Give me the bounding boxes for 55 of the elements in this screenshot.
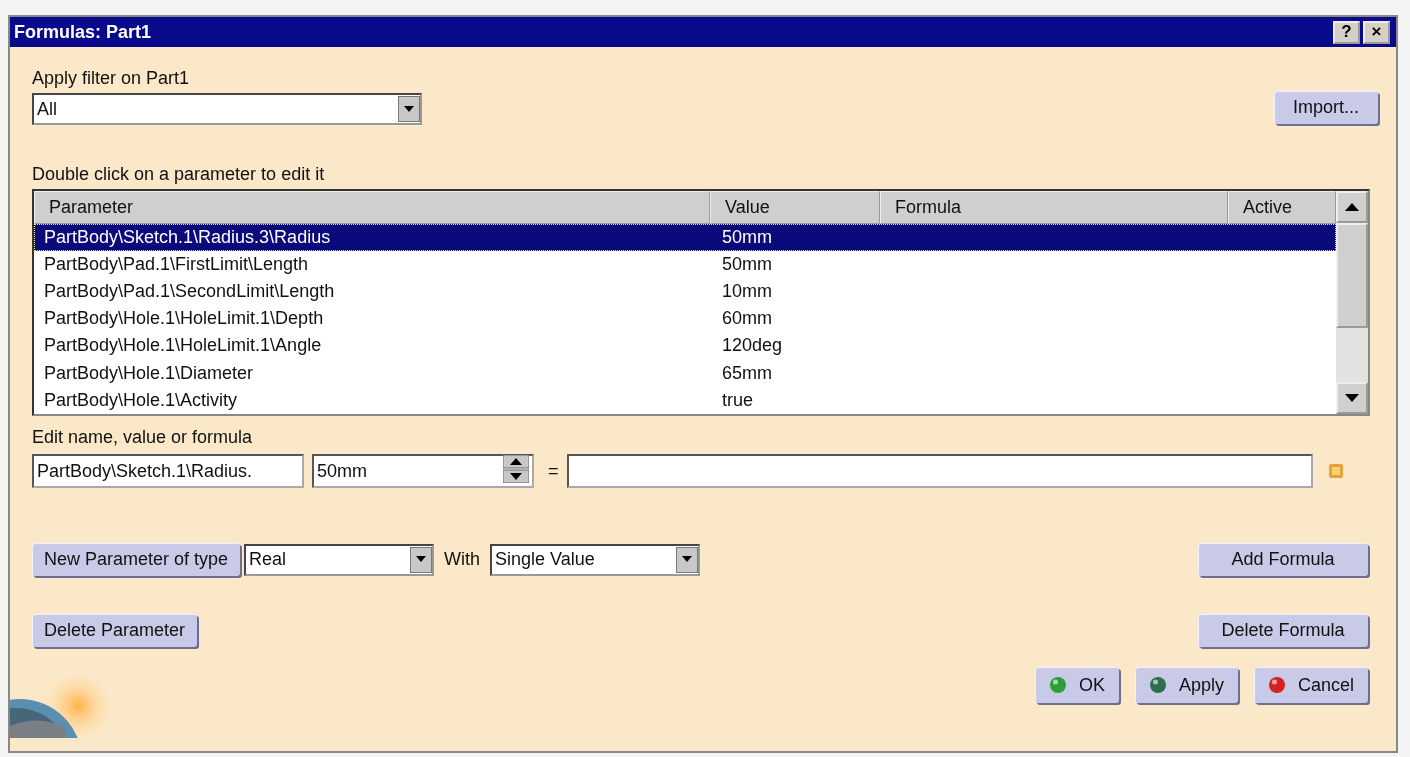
- value-spinner[interactable]: 50mm: [312, 454, 534, 488]
- dropdown-arrow-icon: [403, 105, 415, 113]
- cancel-button[interactable]: Cancel: [1253, 667, 1368, 703]
- table-row[interactable]: PartBody\Pad.1\FirstLimit\Length 50mm: [34, 250, 1336, 278]
- value-cell-text: true: [721, 389, 755, 411]
- delete-formula-button[interactable]: Delete Formula: [1198, 614, 1368, 647]
- help-button[interactable]: ?: [1333, 20, 1360, 44]
- new-parameter-button[interactable]: New Parameter of type: [32, 543, 241, 576]
- parameter-cell-text: PartBody\Hole.1\Activity: [43, 389, 239, 411]
- delete-parameter-button[interactable]: Delete Parameter: [32, 614, 198, 647]
- type-dropdown[interactable]: Real: [244, 543, 435, 576]
- equals-sign: =: [548, 460, 559, 482]
- value-cell-text: 65mm: [721, 362, 773, 384]
- table-row[interactable]: PartBody\Pad.1\SecondLimit\Length 10mm: [34, 278, 1336, 306]
- value-cell-text: 50mm: [721, 253, 773, 275]
- scroll-down-icon: [1345, 394, 1359, 402]
- formula-field[interactable]: [566, 454, 1313, 488]
- close-button[interactable]: ×: [1363, 20, 1390, 44]
- value-type-dropdown[interactable]: Single Value: [490, 543, 701, 576]
- parameter-cell-text: PartBody\Hole.1\HoleLimit.1\Depth: [43, 308, 325, 330]
- table-row[interactable]: PartBody\Hole.1\Diameter 65mm: [34, 359, 1336, 387]
- value-cell-text: 120deg: [721, 335, 784, 357]
- scroll-bar[interactable]: [1336, 191, 1368, 414]
- scroll-up-icon: [1345, 203, 1359, 211]
- parameter-cell-text: PartBody\Pad.1\FirstLimit\Length: [43, 253, 310, 275]
- with-label: With: [444, 549, 481, 570]
- formula-editor-icon[interactable]: [1328, 464, 1343, 478]
- window-title: Formulas: Part1: [14, 21, 152, 43]
- column-header[interactable]: Active: [1228, 191, 1336, 224]
- table-row[interactable]: PartBody\Hole.1\Activity true: [34, 386, 1336, 414]
- table-row[interactable]: PartBody\Hole.1\HoleLimit.1\Angle 120deg: [34, 332, 1336, 360]
- dropdown-arrow-icon: [681, 556, 694, 563]
- filter-dropdown[interactable]: All: [32, 93, 422, 125]
- column-header[interactable]: Formula: [880, 191, 1228, 224]
- column-header[interactable]: Parameter: [34, 191, 710, 224]
- value-cell-text: 50mm: [721, 226, 773, 248]
- table-row[interactable]: PartBody\Sketch.1\Radius.3\Radius 50mm: [34, 223, 1336, 251]
- value-cell-text: 10mm: [721, 281, 773, 303]
- dropdown-arrow-icon: [415, 556, 428, 563]
- add-formula-button[interactable]: Add Formula: [1198, 543, 1368, 576]
- spin-arrows-icon: [503, 454, 529, 483]
- value-cell-text: 60mm: [721, 308, 773, 330]
- parameter-cell-text: PartBody\Hole.1\Diameter: [43, 362, 255, 384]
- parameter-cell-text: PartBody\Sketch.1\Radius.3\Radius: [43, 226, 332, 248]
- filter-label: Apply filter on Part1: [32, 67, 191, 89]
- table-row[interactable]: PartBody\Hole.1\HoleLimit.1\Depth 60mm: [34, 305, 1336, 333]
- parameter-cell-text: PartBody\Hole.1\HoleLimit.1\Angle: [43, 335, 323, 357]
- edit-label: Edit name, value or formula: [32, 426, 254, 448]
- name-field[interactable]: PartBody\Sketch.1\Radius.: [32, 454, 304, 488]
- ok-button[interactable]: OK: [1034, 667, 1119, 703]
- parameter-cell-text: PartBody\Pad.1\SecondLimit\Length: [43, 281, 336, 303]
- table-caption: Double click on a parameter to edit it: [32, 163, 326, 185]
- apply-button[interactable]: Apply: [1134, 667, 1238, 703]
- import-button[interactable]: Import...: [1274, 90, 1378, 124]
- column-header[interactable]: Value: [710, 191, 880, 224]
